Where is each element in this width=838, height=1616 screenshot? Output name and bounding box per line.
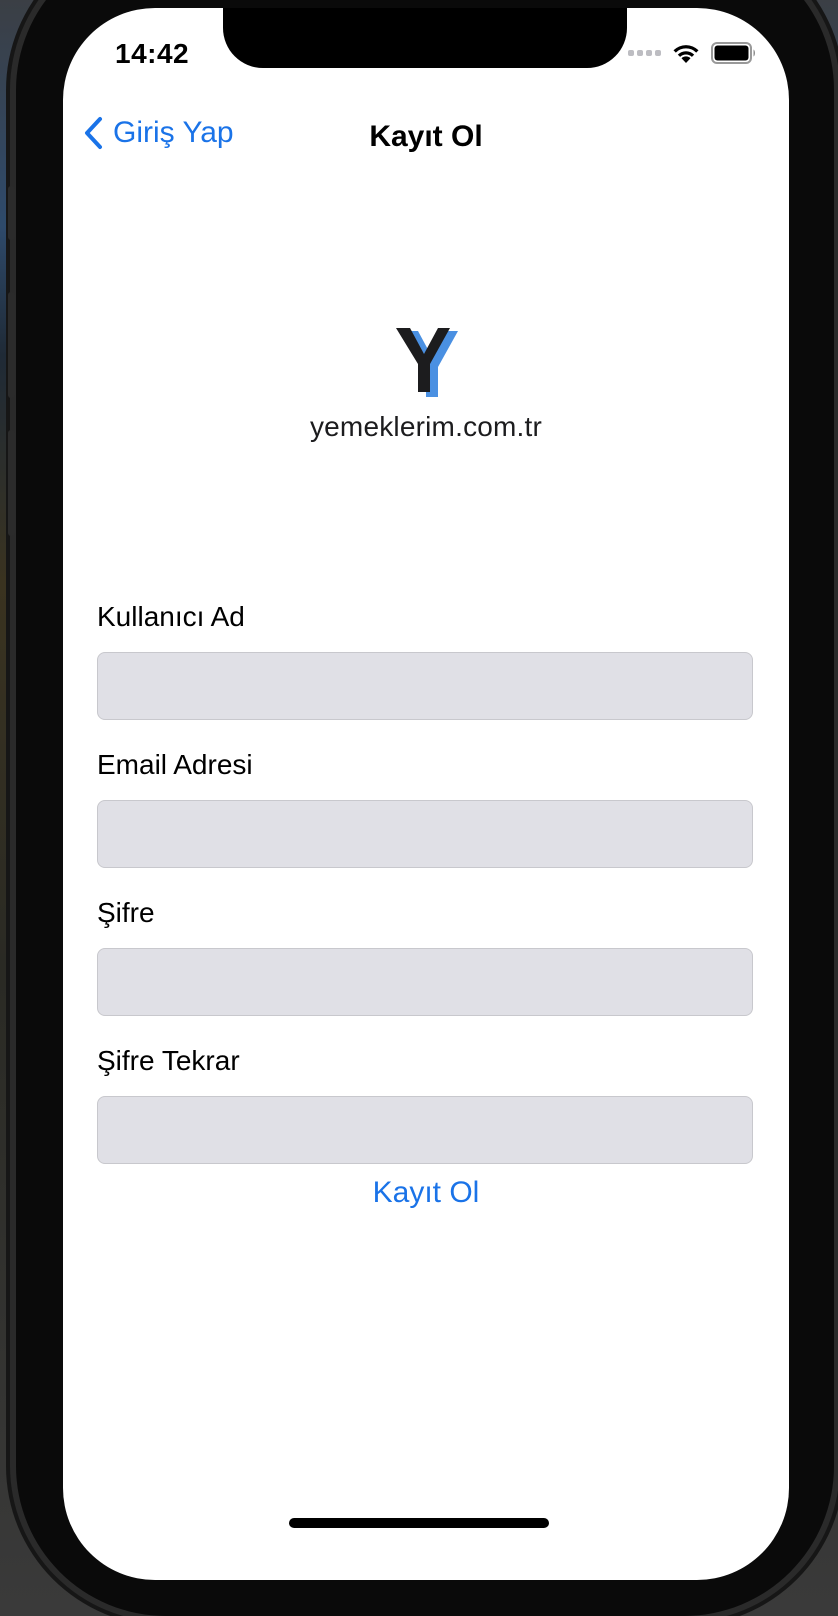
signal-icon [628, 50, 661, 56]
navigation-bar: Giriş Yap Kayıt Ol [63, 108, 789, 164]
app-logo: yemeklerim.com.tr [63, 326, 789, 443]
logo-text: yemeklerim.com.tr [309, 411, 543, 442]
email-label: Email Adresi [97, 749, 253, 780]
password-repeat-field-group: Şifre Tekrar [97, 1042, 753, 1164]
password-field-group: Şifre [97, 894, 753, 1016]
password-repeat-label: Şifre Tekrar [97, 1045, 240, 1076]
username-input[interactable] [97, 652, 753, 720]
email-input[interactable] [97, 800, 753, 868]
password-label: Şifre [97, 897, 155, 928]
username-label: Kullanıcı Ad [97, 601, 245, 632]
logo-mark-icon [396, 328, 458, 397]
register-button[interactable]: Kayıt Ol [63, 1176, 789, 1210]
home-indicator[interactable] [289, 1518, 549, 1528]
side-button-mute [8, 186, 15, 240]
notch [223, 8, 627, 68]
email-field-group: Email Adresi [97, 746, 753, 868]
status-time: 14:42 [115, 38, 190, 69]
side-button-volume-down [8, 430, 15, 536]
wifi-icon [673, 45, 699, 63]
battery-icon [711, 42, 755, 64]
registration-form: Kullanıcı Ad Email Adresi Şifre Şifre Te… [97, 598, 753, 1164]
page-title: Kayıt Ol [369, 120, 483, 153]
app-screen: 14:42 Giriş Yap Kayıt Ol yemeklerim.com.… [63, 8, 789, 1580]
username-field-group: Kullanıcı Ad [97, 598, 753, 720]
status-icons [628, 42, 757, 64]
side-button-volume-up [8, 292, 15, 398]
password-input[interactable] [97, 948, 753, 1016]
password-repeat-input[interactable] [97, 1096, 753, 1164]
